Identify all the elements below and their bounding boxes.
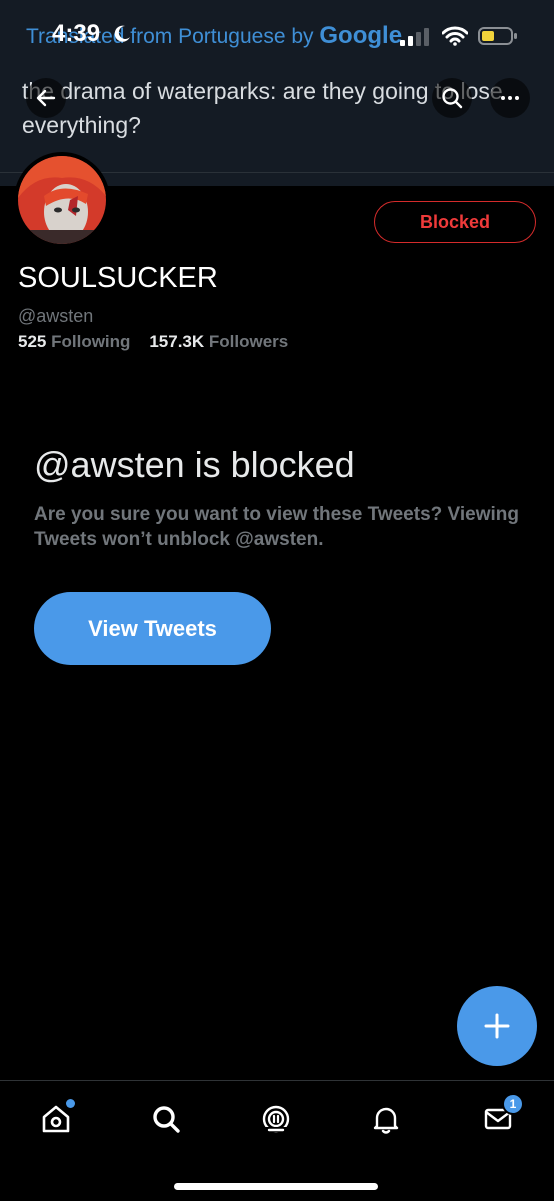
search-icon (442, 88, 463, 109)
home-unread-dot (66, 1099, 75, 1108)
bell-icon (373, 1107, 399, 1134)
home-indicator (174, 1183, 378, 1190)
search-icon (153, 1106, 180, 1133)
wifi-icon (442, 26, 468, 46)
profile-display-name: SOULSUCKER (18, 262, 218, 294)
view-tweets-button[interactable]: View Tweets (34, 592, 271, 665)
profile-avatar[interactable] (14, 152, 110, 248)
focus-moon-icon (114, 25, 130, 42)
following-count: 525 (18, 332, 47, 351)
profile-handle: @awsten (18, 306, 94, 326)
tab-spaces[interactable] (256, 1099, 296, 1139)
battery-icon (478, 27, 517, 45)
tab-home[interactable] (36, 1099, 76, 1139)
arrow-left-icon (36, 89, 56, 107)
following-label: Following (51, 332, 131, 351)
messages-badge: 1 (502, 1093, 524, 1115)
followers-label: Followers (208, 332, 289, 351)
more-icon (501, 96, 519, 100)
following-link[interactable]: 525 Following (18, 332, 135, 351)
back-button[interactable] (26, 78, 66, 118)
blocked-notice-description: Are you sure you want to view these Twee… (34, 504, 519, 550)
profile-stats: 525 Following 157.3K Followers (18, 332, 288, 352)
followers-count: 157.3K (149, 332, 205, 351)
translation-brand: Google (319, 22, 403, 49)
spaces-icon (262, 1105, 290, 1133)
compose-tweet-button[interactable] (457, 986, 537, 1066)
cellular-signal-icon (400, 28, 429, 46)
home-icon (42, 1105, 70, 1133)
plus-icon (484, 1013, 510, 1039)
header-search-button[interactable] (432, 78, 472, 118)
blocked-notice-title: @awsten is blocked (34, 444, 355, 485)
tab-messages[interactable]: 1 (478, 1093, 524, 1139)
blocked-button[interactable]: Blocked (374, 201, 536, 243)
followers-link[interactable]: 157.3K Followers (149, 332, 288, 351)
status-time: 4:39 (52, 20, 101, 47)
tab-notifications[interactable] (366, 1099, 406, 1139)
tab-search[interactable] (146, 1099, 186, 1139)
more-options-button[interactable] (490, 78, 530, 118)
avatar-image (18, 156, 106, 244)
